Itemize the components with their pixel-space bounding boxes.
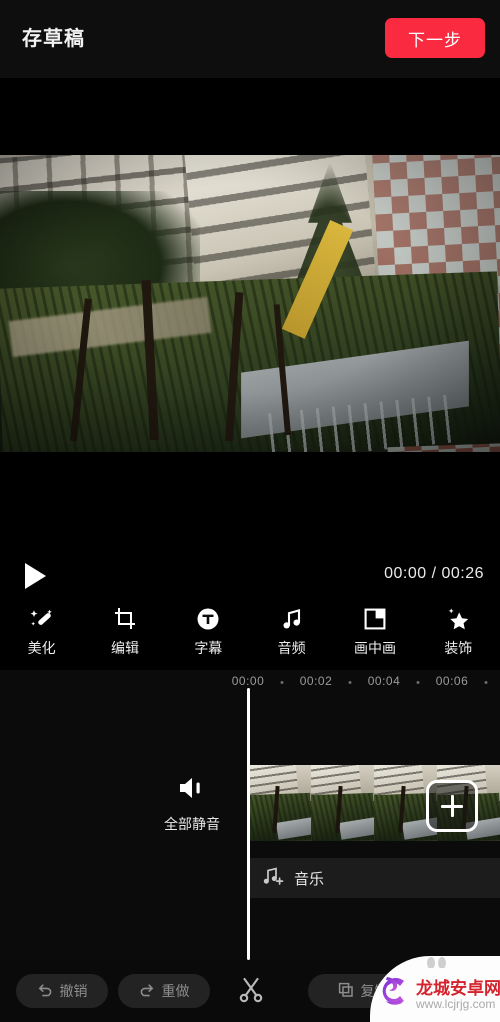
tool-label: 美化	[27, 640, 56, 656]
redo-button[interactable]: 重做	[118, 974, 210, 1008]
clip-thumbnail[interactable]	[311, 765, 374, 841]
copy-icon	[338, 982, 354, 1001]
ruler-tick: 00:00	[231, 674, 265, 688]
video-preview-stage[interactable]	[0, 78, 500, 552]
tool-subtitle[interactable]: 字幕	[167, 602, 250, 670]
picture-in-picture-icon	[362, 606, 388, 632]
play-icon	[20, 560, 50, 592]
redo-icon	[139, 982, 155, 1001]
music-track-label: 音乐	[294, 870, 325, 888]
mute-all-label: 全部静音	[164, 816, 220, 832]
tool-edit[interactable]: 编辑	[83, 602, 166, 670]
ruler-tick: 00:06	[435, 674, 469, 688]
text-circle-icon	[195, 606, 221, 632]
music-note-icon	[279, 606, 305, 632]
ruler-tick: 00:04	[367, 674, 401, 688]
timeline-ruler[interactable]: 00:00 00:02 00:04 00:06	[0, 670, 500, 696]
tool-label: 音频	[277, 640, 306, 656]
video-preview-frame[interactable]	[0, 155, 500, 452]
tool-label: 画中画	[353, 640, 396, 656]
tool-audio[interactable]: 音频	[250, 602, 333, 670]
music-track-button[interactable]: 音乐	[248, 858, 500, 898]
time-display: 00:00 / 00:26	[384, 565, 484, 582]
page-title[interactable]: 存草稿	[22, 22, 85, 51]
watermark-dots-icon	[422, 956, 452, 969]
scissors-icon	[236, 974, 266, 1009]
play-button[interactable]	[20, 560, 50, 592]
add-clip-button[interactable]	[426, 780, 478, 832]
star-sparkle-icon	[445, 606, 471, 632]
tool-picture-in-picture[interactable]: 画中画	[333, 602, 416, 670]
bottom-action-bar: 撤销 重做 复制	[0, 956, 500, 1022]
app-header: 存草稿 下一步	[0, 0, 500, 78]
watermark-url: www.lcjrjg.com	[416, 997, 496, 1011]
scene-vignette	[0, 155, 500, 452]
ruler-dot	[280, 681, 284, 684]
tool-beautify[interactable]: 美化	[0, 602, 83, 670]
add-music-icon	[262, 866, 284, 891]
timeline-playhead[interactable]	[247, 688, 250, 960]
ruler-dot	[484, 681, 488, 684]
speaker-mute-icon	[177, 775, 207, 806]
cut-button[interactable]	[232, 972, 270, 1010]
playback-row: 00:00 / 00:26	[0, 552, 500, 600]
timeline-panel[interactable]: 00:00 00:02 00:04 00:06 全部静音 音乐	[0, 670, 500, 960]
tool-label: 字幕	[194, 640, 223, 656]
watermark-title: 龙城安卓网	[416, 979, 500, 998]
ruler-dot	[348, 681, 352, 684]
ruler-tick: 00:02	[299, 674, 333, 688]
ruler-dot	[416, 681, 420, 684]
undo-icon	[37, 982, 53, 1001]
undo-button[interactable]: 撤销	[16, 974, 108, 1008]
clip-thumbnail[interactable]	[248, 765, 311, 841]
watermark-logo-icon	[378, 973, 412, 1009]
crop-icon	[112, 606, 138, 632]
site-watermark: 龙城安卓网 www.lcjrjg.com	[370, 956, 500, 1022]
tool-label: 编辑	[110, 640, 139, 656]
magic-wand-icon	[29, 606, 55, 632]
tool-decoration[interactable]: 装饰	[417, 602, 500, 670]
next-step-button[interactable]: 下一步	[385, 18, 485, 58]
edit-toolbar: 美化 编辑 字幕 音频 画中画 装饰	[0, 602, 500, 670]
undo-label: 撤销	[59, 983, 88, 999]
mute-all-button[interactable]: 全部静音	[152, 775, 232, 834]
tool-label: 装饰	[444, 640, 473, 656]
redo-label: 重做	[161, 983, 190, 999]
